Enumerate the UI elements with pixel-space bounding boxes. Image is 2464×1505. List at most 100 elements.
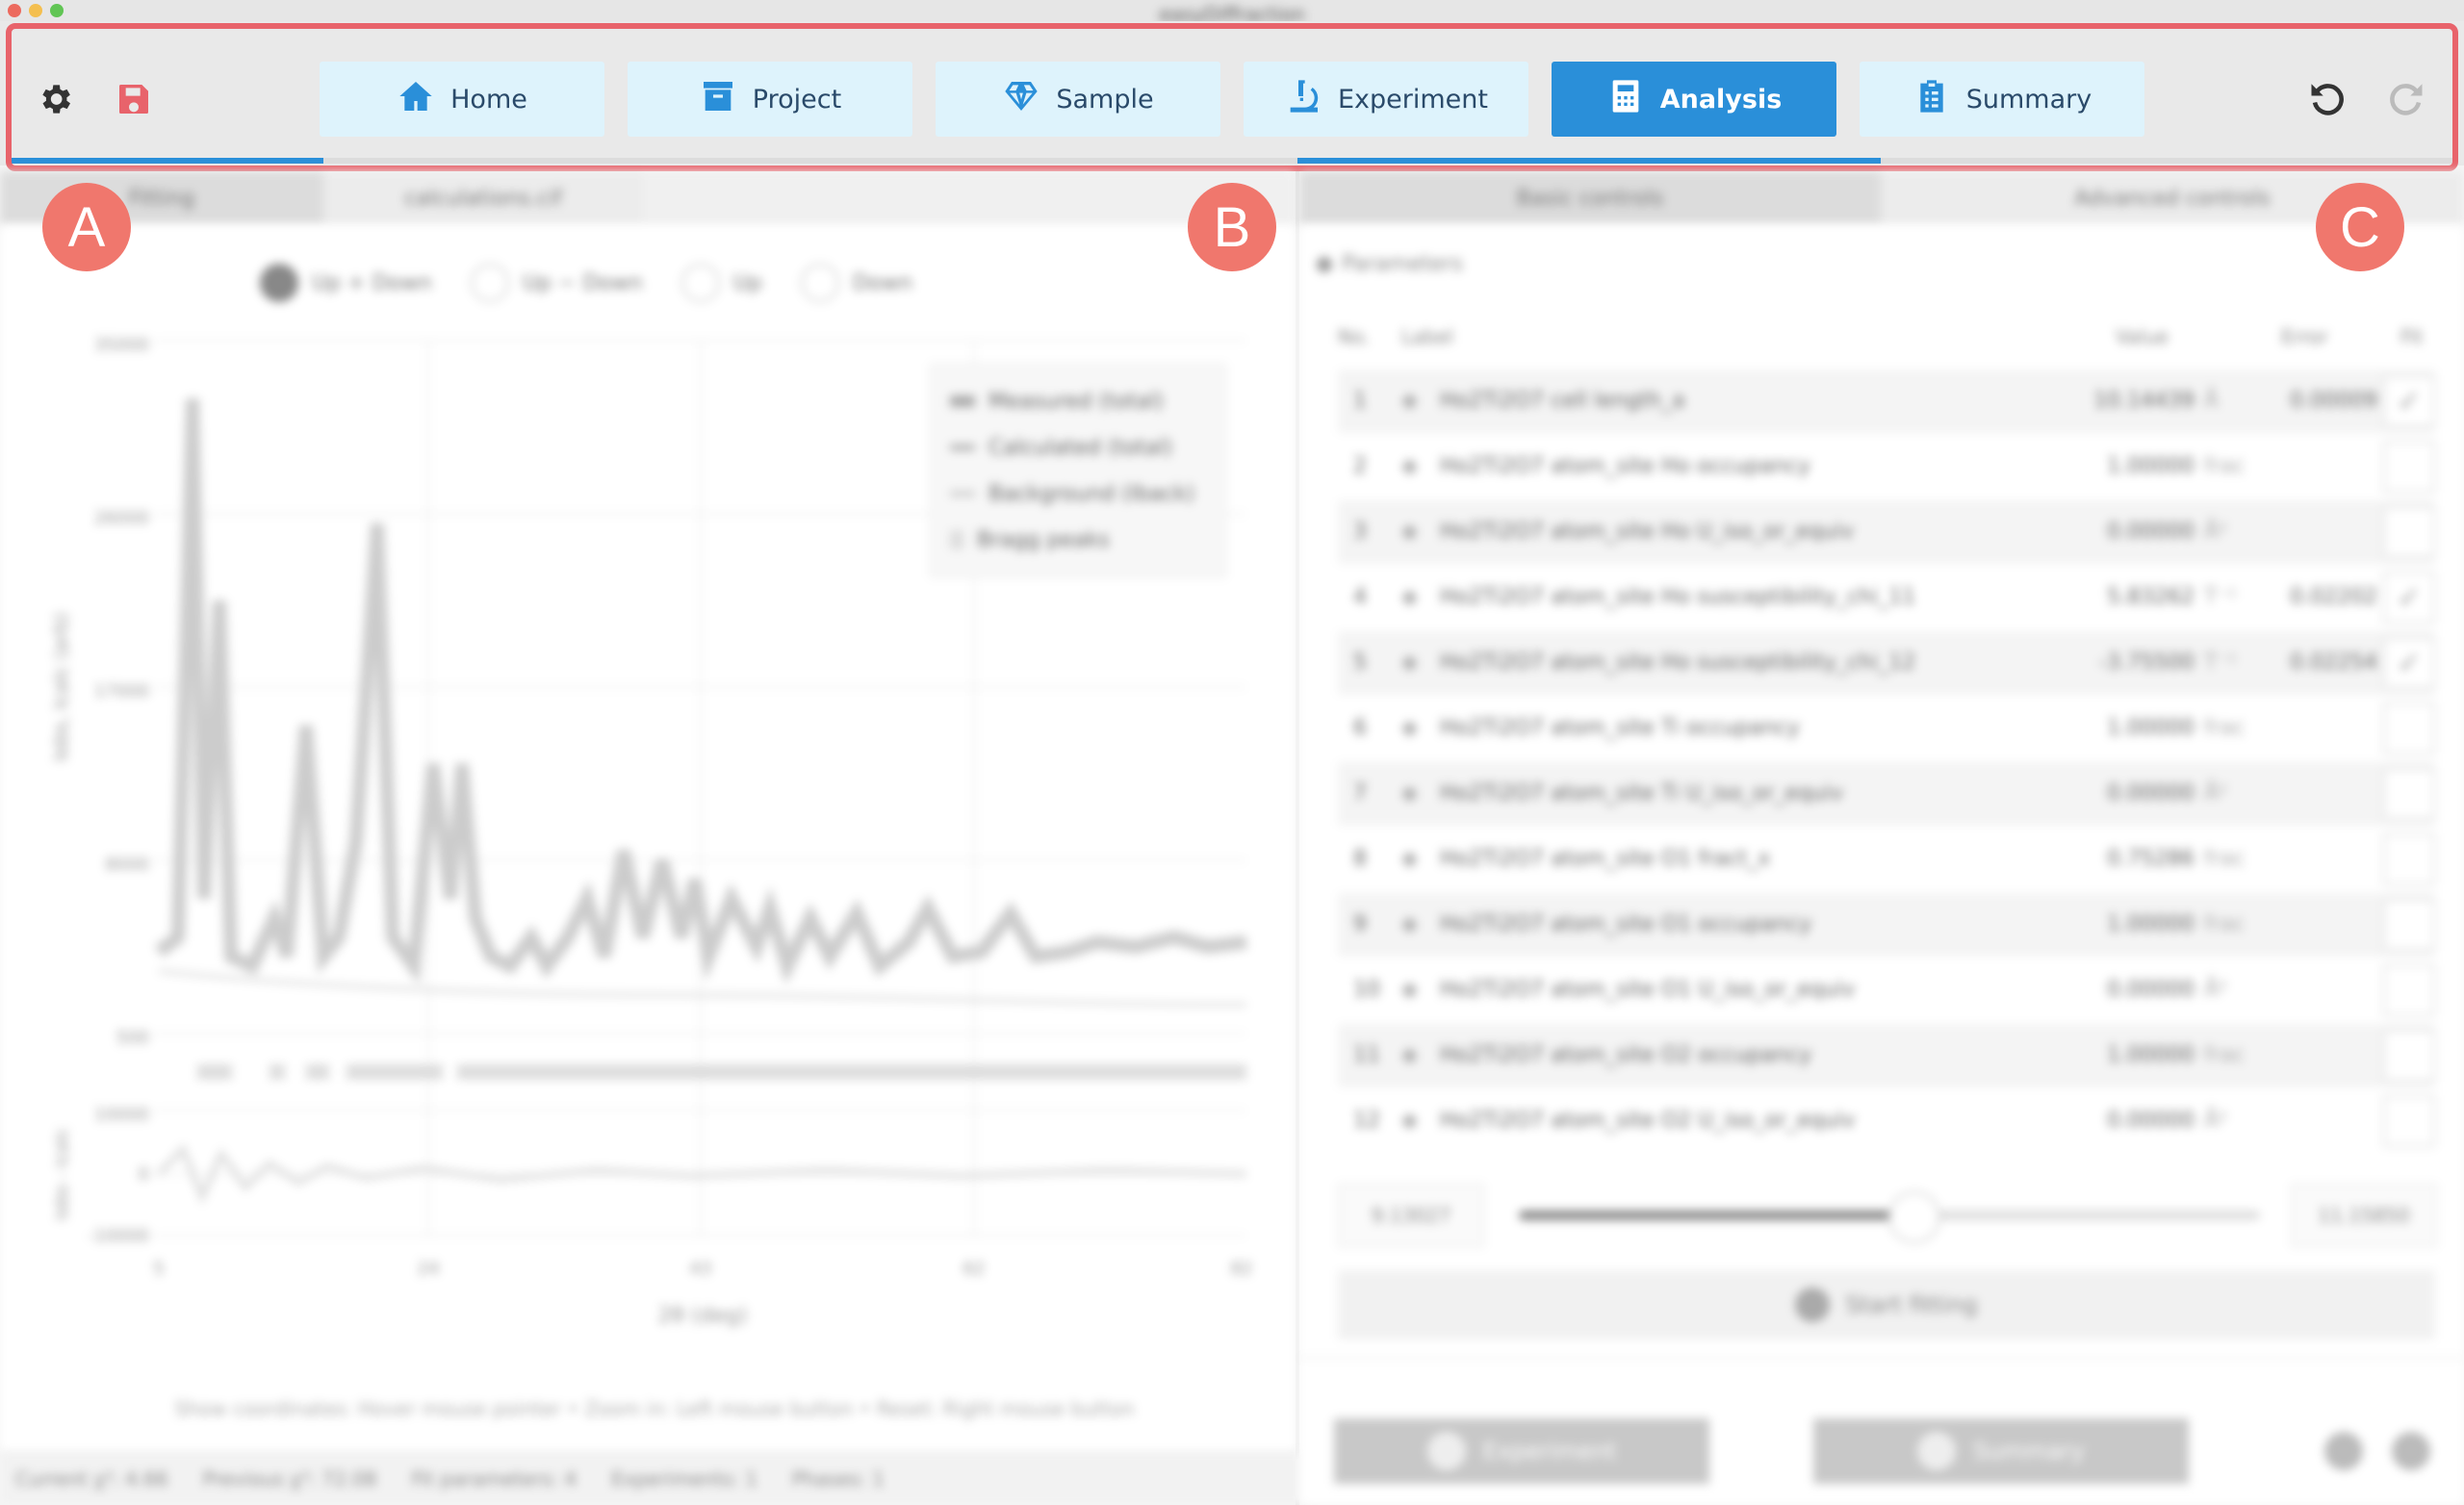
slider-max-field[interactable]: 11.15850 (2291, 1184, 2437, 1247)
table-row[interactable]: 11 ◆ Ho2Ti2O7 atom_site O2 occupancy 1.0000… (1338, 1024, 2435, 1087)
table-row[interactable]: 6 ◆ Ho2Ti2O7 atom_site Ti occupancy 1.00000… (1338, 697, 2435, 760)
fit-checkbox[interactable]: ✓ (2383, 637, 2435, 689)
gem-icon: ◆ (1401, 1043, 1418, 1067)
chart-hint: Show coordinates: Hover mouse pointer • … (174, 1397, 1135, 1420)
previous-step-button[interactable]: Experiment (1334, 1418, 1709, 1484)
bug-icon (2392, 1432, 2430, 1470)
slider-min-field[interactable]: 9.13027 (1338, 1184, 1484, 1247)
diff-axis-label: Iobs - Icalc (52, 1128, 72, 1220)
gem-icon: ◆ (1401, 781, 1418, 805)
row-unit: frac (2204, 1043, 2246, 1067)
subtab-basic-controls[interactable]: Basic controls (1299, 171, 1881, 225)
row-label: Ho2Ti2O7 atom_site Ho susceptibility_chi… (1440, 585, 1916, 609)
fit-checkbox[interactable] (2383, 1030, 2435, 1082)
table-row[interactable]: 8 ◆ Ho2Ti2O7 atom_site O1 fract_x 0.75286 fr… (1338, 828, 2435, 891)
y-tick-label: 8000 (105, 855, 149, 875)
table-row[interactable]: 4 ◆ Ho2Ti2O7 atom_site Ho susceptibility_c… (1338, 566, 2435, 629)
legend-calculated: Calculated (total) (931, 424, 1225, 471)
row-value[interactable]: 1.00000 (2050, 716, 2194, 740)
table-row[interactable]: 10 ◆ Ho2Ti2O7 atom_site O1 U_iso_or_equiv 0… (1338, 958, 2435, 1022)
row-value[interactable]: 5.83262 (2050, 585, 2194, 609)
gem-icon: ◆ (1401, 389, 1418, 413)
fitting-chart-panel: Up + Down Up − Down Up Down 35000 26000 … (0, 225, 1296, 1452)
row-value[interactable]: 0.75286 (2050, 847, 2194, 871)
parameters-section-title[interactable]: Parameters (1317, 252, 1463, 276)
table-row[interactable]: 2 ◆ Ho2Ti2O7 atom_site Ho occupancy 1.00000… (1338, 435, 2435, 498)
row-unit: T⁻¹ (2204, 650, 2237, 675)
diff-tick-label: -10000 (88, 1226, 149, 1246)
row-value[interactable]: 10.14439 (2050, 389, 2194, 413)
table-row[interactable]: 12 ◆ Ho2Ti2O7 atom_site O2 U_iso_or_equiv 0… (1338, 1089, 2435, 1153)
row-unit: frac (2204, 454, 2246, 478)
parameters-table-header: No. Label Value Error Fit (1338, 325, 2424, 348)
fit-checkbox[interactable] (2383, 441, 2435, 493)
help-button[interactable] (2320, 1418, 2368, 1484)
row-number: 7 (1353, 781, 1367, 805)
table-row[interactable]: 5 ◆ Ho2Ti2O7 atom_site Ho susceptibility_c… (1338, 631, 2435, 695)
row-unit: Å (2204, 389, 2220, 413)
row-value[interactable]: 0.00000 (2050, 978, 2194, 1002)
next-step-button[interactable]: Summary (1813, 1418, 2189, 1484)
y-tick-label: 17000 (94, 681, 149, 701)
fit-checkbox[interactable] (2383, 833, 2435, 885)
row-value[interactable]: 1.00000 (2050, 1043, 2194, 1067)
row-label: Ho2Ti2O7 atom_site Ho occupancy (1440, 454, 1810, 478)
left-subtabs: Fitting calculations.cif (0, 171, 1296, 225)
x-tick-label: 62 (963, 1259, 986, 1279)
panel-separator (1299, 1357, 2464, 1359)
x-tick-label: 5 (153, 1259, 164, 1279)
row-value[interactable]: -3.75500 (2050, 650, 2194, 675)
parameters-panel: Parameters No. Label Value Error Fit 1 ◆ H… (1299, 225, 2464, 1505)
row-value[interactable]: 0.00000 (2050, 781, 2194, 805)
annotation-badge-c: C (2316, 183, 2404, 271)
row-label: Ho2Ti2O7 atom_site O2 U_iso_or_equiv (1440, 1109, 1856, 1133)
row-error: 0.00009 (2290, 389, 2377, 413)
fit-checkbox[interactable] (2383, 964, 2435, 1016)
status-bar: Current χ²: 4.66 Previous χ²: 72.08 Fit … (0, 1452, 1311, 1505)
row-unit: Å² (2204, 781, 2227, 805)
table-row[interactable]: 9 ◆ Ho2Ti2O7 atom_site O1 occupancy 1.00000… (1338, 893, 2435, 957)
annotation-badge-b: B (1188, 183, 1276, 271)
row-value[interactable]: 0.00000 (2050, 1109, 2194, 1133)
fit-checkbox[interactable]: ✓ (2383, 375, 2435, 427)
table-row[interactable]: 1 ◆ Ho2Ti2O7 cell length_a 10.14439 Å 0.00009… (1338, 370, 2435, 433)
start-fitting-button[interactable]: Start fitting (1338, 1270, 2435, 1339)
gem-icon: ◆ (1401, 847, 1418, 871)
y-tick-label: 35000 (94, 335, 149, 355)
fit-checkbox[interactable] (2383, 506, 2435, 558)
help-icon (2324, 1432, 2363, 1470)
row-error: 0.02254 (2290, 650, 2377, 675)
gem-icon: ◆ (1401, 716, 1418, 740)
fit-checkbox[interactable] (2383, 702, 2435, 754)
row-number: 1 (1353, 389, 1367, 413)
row-unit: frac (2204, 912, 2246, 936)
fit-checkbox[interactable]: ✓ (2383, 572, 2435, 624)
table-row[interactable]: 3 ◆ Ho2Ti2O7 atom_site Ho U_iso_or_equiv 0.… (1338, 500, 2435, 564)
fit-checkbox[interactable] (2383, 768, 2435, 820)
toolbar-highlight-frame (6, 23, 2458, 171)
status-previous-chi2: Previous χ²: 72.08 (202, 1467, 377, 1491)
gem-icon: ◆ (1401, 520, 1418, 544)
right-subtabs: Basic controls Advanced controls (1299, 171, 2464, 225)
row-unit: frac (2204, 716, 2246, 740)
row-label: Ho2Ti2O7 atom_site O1 fract_x (1440, 847, 1771, 871)
parameter-slider[interactable] (1519, 1191, 2260, 1243)
table-row[interactable]: 7 ◆ Ho2Ti2O7 atom_site Ti U_iso_or_equiv 0.… (1338, 762, 2435, 826)
slider-handle[interactable] (1888, 1191, 1940, 1243)
row-value[interactable]: 1.00000 (2050, 912, 2194, 936)
row-number: 2 (1353, 454, 1367, 478)
row-value[interactable]: 1.00000 (2050, 454, 2194, 478)
row-error: 0.02202 (2290, 585, 2377, 609)
row-value[interactable]: 0.00000 (2050, 520, 2194, 544)
row-number: 3 (1353, 520, 1367, 544)
row-unit: T⁻¹ (2204, 585, 2237, 609)
row-number: 10 (1353, 978, 1380, 1002)
row-label: Ho2Ti2O7 atom_site O2 occupancy (1440, 1043, 1812, 1067)
subtab-calculations-cif[interactable]: calculations.cif (323, 171, 643, 225)
row-unit: frac (2204, 847, 2246, 871)
fit-checkbox[interactable] (2383, 899, 2435, 951)
diff-tick-label: 10000 (94, 1105, 149, 1125)
y-tick-label: 26000 (94, 508, 149, 528)
bug-report-button[interactable] (2387, 1418, 2435, 1484)
fit-checkbox[interactable] (2383, 1095, 2435, 1147)
